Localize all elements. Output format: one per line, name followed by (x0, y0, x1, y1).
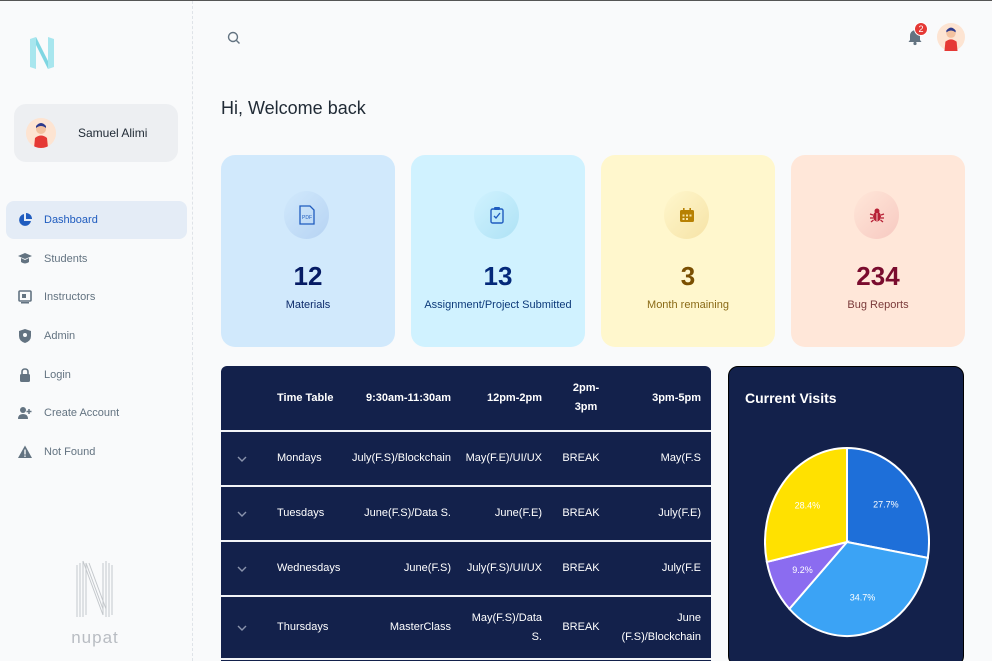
pie-slice-label: 34.7% (850, 592, 876, 602)
timetable-day: Thursdays (277, 621, 329, 633)
add-user-icon (18, 406, 32, 420)
sidebar-item-label: Instructors (44, 291, 96, 304)
timetable-header-cell: Time Table (277, 391, 334, 404)
timetable-cell: May(F.E)/UI/UX (465, 452, 542, 464)
stat-label: Assignment/Project Submitted (424, 299, 572, 311)
sidebar-item-label: Login (44, 368, 71, 381)
bug-icon (854, 191, 899, 239)
pie-slice-label: 28.4% (795, 500, 821, 510)
timetable-cell: July(F.S)/UI/UX (466, 562, 542, 574)
stat-label: Materials (285, 299, 331, 311)
nupat-logo-icon (76, 560, 113, 617)
sidebar-item-dashboard[interactable]: Dashboard (6, 201, 187, 239)
graduation-cap-icon (18, 252, 32, 266)
nupat-brand: nupat (60, 559, 130, 648)
timetable-day: Wednesdays (277, 562, 341, 574)
timetable-cell: BREAK (562, 507, 600, 519)
timetable-cell: BREAK (562, 621, 600, 633)
timetable-cell: June(F.S) (403, 562, 451, 574)
current-visits-title: Current Visits (745, 390, 837, 406)
timetable-header-cell: 9:30am-11:30am (365, 391, 451, 404)
timetable-cell: June (F.S)/Blockchain (621, 611, 701, 643)
sidebar-item-label: Dashboard (44, 214, 98, 226)
user-profile-card[interactable]: Samuel Alimi (14, 104, 178, 162)
sidebar-item-label: Create Account (44, 407, 120, 420)
sidebar-item-label: Not Found (44, 446, 96, 459)
pie-slice-label: 9.2% (792, 565, 813, 575)
stat-value: 12 (293, 261, 323, 291)
stat-label: Month remaining (647, 299, 729, 311)
timetable-cell: MasterClass (389, 621, 451, 633)
timetable-cell: May(F.S (660, 452, 701, 464)
chevron-down-icon[interactable] (237, 542, 247, 595)
sidebar-item-not-found[interactable]: Not Found (6, 433, 187, 471)
stat-card-months[interactable]: 3 Month remaining (601, 155, 775, 347)
sidebar-item-login[interactable]: Login (6, 356, 187, 394)
timetable-row[interactable]: Mondays July(F.S)/Blockchain May(F.E)/UI… (221, 432, 711, 487)
timetable-cell: May(F.S)/Data S. (471, 611, 542, 643)
chevron-down-icon[interactable] (237, 432, 247, 485)
page-title: Hi, Welcome back (221, 98, 366, 118)
chevron-down-icon[interactable] (237, 597, 247, 658)
timetable-cell: BREAK (562, 452, 600, 464)
calendar-icon (664, 191, 709, 239)
pie-chart-icon (18, 213, 32, 227)
pdf-icon: PDF (284, 191, 329, 239)
sidebar-item-label: Students (44, 252, 88, 265)
presentation-icon (18, 290, 32, 304)
sidebar-item-instructors[interactable]: Instructors (6, 278, 187, 316)
timetable-header-cell: 2pm-3pm (572, 382, 600, 413)
sidebar-item-label: Admin (44, 330, 76, 343)
chevron-down-icon[interactable] (237, 487, 247, 540)
notification-badge: 2 (914, 22, 928, 36)
timetable-cell: BREAK (562, 562, 600, 574)
stat-value: 234 (856, 261, 900, 291)
shield-icon (18, 329, 32, 344)
user-name: Samuel Alimi (78, 126, 148, 140)
nupat-logo-text: nupat (71, 628, 119, 647)
timetable-day: Mondays (277, 452, 322, 464)
stat-card-assignments[interactable]: 13 Assignment/Project Submitted (411, 155, 585, 347)
timetable: Time Table 9:30am-11:30am 12pm-2pm 2pm-3… (221, 366, 711, 661)
clipboard-check-icon (474, 191, 519, 239)
timetable-cell: July(F.S)/Blockchain (351, 452, 451, 464)
timetable-day: Tuesdays (277, 507, 325, 519)
sidebar-item-students[interactable]: Students (6, 240, 187, 278)
avatar (26, 118, 56, 148)
sidebar-item-admin[interactable]: Admin (6, 317, 187, 355)
stat-card-materials[interactable]: PDF 12 Materials (221, 155, 395, 347)
svg-text:PDF: PDF (302, 215, 312, 221)
timetable-row[interactable]: Thursdays MasterClass May(F.S)/Data S. B… (221, 597, 711, 660)
timetable-header-cell: 3pm-5pm (652, 391, 701, 404)
sidebar-nav: Dashboard Students Instructors Admin Log… (6, 201, 187, 472)
current-visits-pie-chart: 27.7% 34.7% 9.2% 28.4% (764, 446, 930, 637)
timetable-row[interactable]: Wednesdays June(F.S) July(F.S)/UI/UX BRE… (221, 542, 711, 597)
timetable-header-cell: 12pm-2pm (486, 391, 542, 404)
timetable-cell: July(F.E) (658, 507, 701, 519)
stat-value: 13 (483, 261, 513, 291)
timetable-cell: June(F.S)/Data S. (364, 507, 451, 519)
stat-card-bugs[interactable]: 234 Bug Reports (791, 155, 965, 347)
timetable-header-row: Time Table 9:30am-11:30am 12pm-2pm 2pm-3… (221, 366, 711, 432)
sidebar-item-create-account[interactable]: Create Account (6, 394, 187, 432)
nupat-logo-icon[interactable] (28, 35, 56, 71)
timetable-cell: July(F.E (661, 562, 701, 574)
search-icon[interactable] (226, 30, 242, 46)
warning-icon (18, 445, 32, 459)
pie-slice-label: 27.7% (873, 499, 899, 509)
timetable-row[interactable]: Tuesdays June(F.S)/Data S. June(F.E) BRE… (221, 487, 711, 542)
stat-value: 3 (680, 261, 696, 291)
sidebar: Samuel Alimi Dashboard Students Instruct… (0, 1, 193, 661)
lock-icon (18, 367, 32, 382)
timetable-cell: June(F.E) (494, 507, 542, 519)
stat-label: Bug Reports (847, 299, 909, 311)
account-avatar[interactable] (937, 23, 965, 51)
